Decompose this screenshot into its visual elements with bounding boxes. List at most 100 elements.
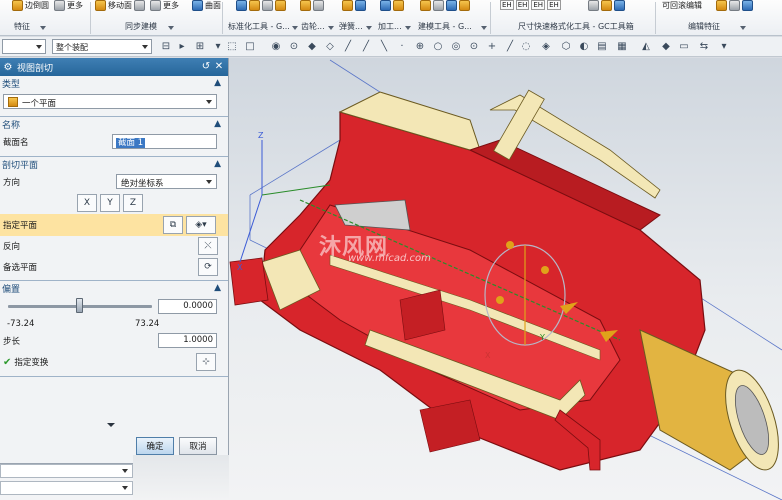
offset-value-input[interactable]: 0.0000 — [158, 299, 217, 314]
section-header-name[interactable]: 名称 ▲ — [0, 117, 228, 132]
view-orient-icon[interactable]: ◉ — [270, 41, 282, 53]
z-axis-plane-button[interactable]: Z — [123, 194, 143, 212]
group-expand-icon[interactable] — [328, 26, 334, 30]
panel-dropdown-1[interactable] — [0, 464, 133, 478]
group-expand-icon[interactable] — [366, 26, 372, 30]
dim-format-buttons[interactable]: EH EH EH EH — [500, 0, 561, 10]
reverse-direction-button[interactable]: ⤬ — [198, 237, 218, 255]
circle-center-icon[interactable]: ◎ — [450, 41, 462, 53]
edge-blend-button[interactable]: 边倒圆 — [12, 0, 49, 11]
circle-icon[interactable]: ⊙ — [468, 41, 480, 53]
more-button-2[interactable]: 更多 — [150, 0, 179, 11]
close-icon[interactable]: ✕ — [213, 61, 225, 73]
rect-select-icon[interactable]: □ — [244, 41, 256, 53]
tool-icon-row-7[interactable] — [716, 0, 753, 11]
tool-icon-row-5[interactable] — [420, 0, 470, 11]
dropdown-icon[interactable]: ▾ — [212, 41, 224, 53]
point-icon[interactable]: · — [396, 41, 408, 53]
group-expand-icon[interactable] — [481, 26, 487, 30]
dialog-title-bar[interactable]: ⚙ 视图剖切 ↺ ✕ — [0, 58, 228, 76]
view-icon[interactable]: ◈ — [540, 41, 552, 53]
tool-icon-row-3[interactable] — [342, 0, 366, 11]
type-dropdown[interactable]: 一个平面 — [3, 94, 217, 109]
curve-icon[interactable]: ◇ — [324, 41, 336, 53]
tool-icon-row-6[interactable] — [588, 0, 625, 11]
dim-chip-3[interactable]: EH — [531, 0, 546, 10]
handle-knob[interactable] — [496, 296, 504, 304]
render-icon[interactable]: ◭ — [640, 41, 652, 53]
view-fit-icon[interactable]: ⊙ — [288, 41, 300, 53]
step-value-input[interactable]: 1.0000 — [158, 333, 217, 348]
shape-icon[interactable]: ⬡ — [560, 41, 572, 53]
transform-button[interactable]: ⊹ — [196, 353, 216, 371]
line-icon[interactable]: ╲ — [378, 41, 390, 53]
grid-icon[interactable]: ▦ — [616, 41, 628, 53]
type-filter-dropdown[interactable] — [2, 39, 46, 54]
cube-view-icon[interactable]: ◆ — [660, 41, 672, 53]
dot-icon[interactable]: ◌ — [520, 41, 532, 53]
chevron-down-icon — [122, 486, 128, 490]
more-options-icon[interactable] — [107, 423, 115, 427]
offset-min-label: -73.24 — [7, 319, 35, 329]
plane-dialog-button[interactable]: ⧉ — [163, 216, 183, 234]
section-header-offset[interactable]: 偏置 ▲ — [0, 281, 228, 296]
view-section-dialog: ⚙ 视图剖切 ↺ ✕ 类型 ▲ 一个平面 名称 ▲ 截面名 截面 1 剖切平面 ▲ 方… — [0, 58, 229, 464]
section-header-type[interactable]: 类型 ▲ — [0, 76, 228, 91]
group-expand-icon[interactable] — [405, 26, 411, 30]
dim-chip-2[interactable]: EH — [515, 0, 530, 10]
plane-selector-button[interactable]: ◈▾ — [186, 216, 216, 234]
select-icon[interactable]: ▸ — [176, 41, 188, 53]
graphics-viewport[interactable]: Z X X Y — [229, 58, 782, 500]
surface-button[interactable]: 曲面 — [192, 0, 221, 11]
dropdown-icon[interactable]: ▾ — [718, 41, 730, 53]
group-expand-icon[interactable] — [740, 26, 746, 30]
move-face-button[interactable]: 移动面 — [95, 0, 145, 11]
group-expand-icon[interactable] — [40, 26, 46, 30]
rollback-edit-button[interactable]: 可回滚编辑 — [662, 0, 702, 11]
plus-icon[interactable]: + — [486, 41, 498, 53]
shade-icon[interactable]: ◐ — [578, 41, 590, 53]
snap-icon[interactable]: ⊞ — [194, 41, 206, 53]
alternate-plane-button[interactable]: ⟳ — [198, 258, 218, 276]
collapse-icon[interactable]: ▲ — [214, 159, 221, 169]
handle-knob[interactable] — [506, 241, 514, 249]
collapse-icon[interactable]: ▲ — [214, 119, 221, 129]
handle-knob[interactable] — [541, 266, 549, 274]
ok-button[interactable]: 确定 — [136, 437, 174, 455]
type-row: 一个平面 — [0, 91, 228, 113]
x-axis-plane-button[interactable]: X — [77, 194, 97, 212]
circle-icon[interactable]: ○ — [432, 41, 444, 53]
tool-icon-row-4[interactable] — [380, 0, 404, 11]
line-icon[interactable]: ╱ — [360, 41, 372, 53]
window-icon[interactable]: ▭ — [678, 41, 690, 53]
section-header-plane[interactable]: 剖切平面 ▲ — [0, 157, 228, 172]
group-expand-icon[interactable] — [168, 26, 174, 30]
snap-point-icon[interactable]: ⊕ — [414, 41, 426, 53]
more-button[interactable]: 更多 — [54, 0, 83, 11]
section-name-input[interactable]: 截面 1 — [112, 134, 217, 149]
reset-icon[interactable]: ↺ — [200, 61, 212, 73]
dim-chip-4[interactable]: EH — [547, 0, 561, 10]
layer-icon[interactable]: ▤ — [596, 41, 608, 53]
y-axis-plane-button[interactable]: Y — [100, 194, 120, 212]
tool-icon-row-1[interactable] — [236, 0, 286, 11]
collapse-icon[interactable]: ▲ — [214, 283, 221, 293]
select-all-icon[interactable]: ⬚ — [226, 41, 238, 53]
dim-chip-1[interactable]: EH — [500, 0, 514, 10]
panel-dropdown-2[interactable] — [0, 481, 133, 495]
filter-icon[interactable]: ⊟ — [160, 41, 172, 53]
slash-icon[interactable]: ╱ — [504, 41, 516, 53]
specify-plane-row[interactable]: 指定平面 ⧉ ◈▾ — [0, 214, 228, 236]
collapse-icon[interactable]: ▲ — [214, 78, 221, 88]
cancel-button[interactable]: 取消 — [179, 437, 217, 455]
selection-scope-dropdown[interactable]: 整个装配 — [52, 39, 152, 54]
gear-icon[interactable]: ⚙ — [2, 61, 14, 73]
move-icon[interactable]: ⇆ — [698, 41, 710, 53]
line-icon[interactable]: ╱ — [342, 41, 354, 53]
offset-slider-thumb[interactable] — [76, 298, 83, 313]
group-expand-icon[interactable] — [292, 26, 298, 30]
tool-icon-row-2[interactable] — [300, 0, 324, 11]
cube-icon[interactable]: ◆ — [306, 41, 318, 53]
x-axis-label: X — [237, 263, 243, 272]
direction-dropdown[interactable]: 绝对坐标系 — [116, 174, 217, 189]
